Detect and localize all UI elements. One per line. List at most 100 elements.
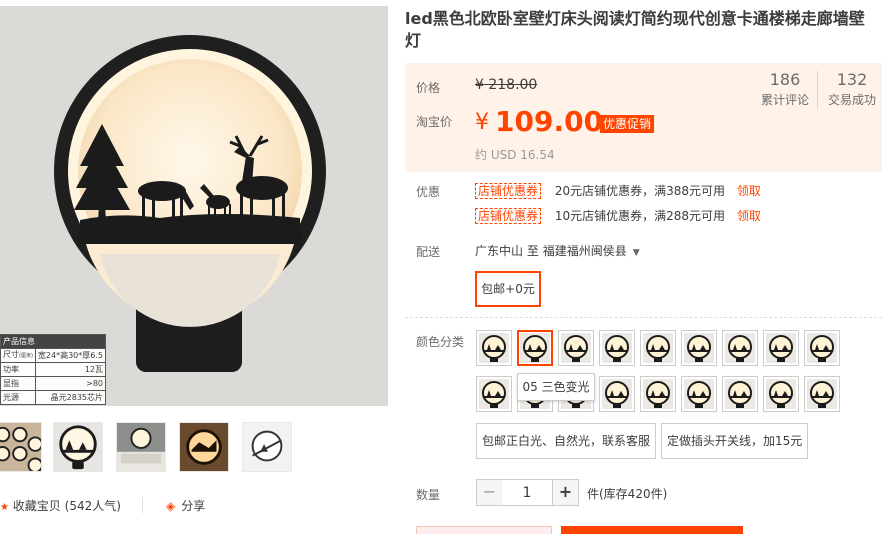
quantity-stock: 件(库存420件): [587, 487, 668, 501]
thumbnail-2[interactable]: [53, 422, 103, 472]
favorite-count: (542人气): [64, 499, 121, 513]
sales-label: 交易成功: [827, 93, 876, 107]
usd-price: 约 USD 16.54: [475, 148, 555, 162]
swatch-thumbnail: [684, 379, 714, 409]
swatch-thumbnail: [561, 333, 591, 363]
coupon-description: 10元店铺优惠券，满288元可用: [554, 209, 726, 223]
spec-table: 产品信息 尺寸(厘米) 宽24*高30*厚6.5 功率 12瓦 显指 >80 光…: [0, 334, 107, 405]
caret-down-icon[interactable]: ▼: [633, 248, 640, 258]
buy-now-button[interactable]: [416, 526, 552, 534]
coupon-claim-link[interactable]: 领取: [737, 184, 761, 198]
spec-key-cri: 显指: [0, 376, 36, 391]
color-swatch[interactable]: [517, 330, 553, 366]
swatch-thumbnail: [479, 379, 509, 409]
review-label: 累计评论: [761, 93, 810, 107]
review-count-stat[interactable]: 186 累计评论: [761, 71, 809, 109]
sales-count: 132: [836, 70, 868, 89]
swatch-thumbnail: [520, 333, 550, 363]
section-divider: [405, 317, 882, 318]
thumbnail-1[interactable]: [0, 422, 42, 472]
spec-value-cri: >80: [34, 376, 107, 391]
coupon-claim-link[interactable]: 领取: [737, 209, 761, 223]
thumbnail-4[interactable]: [179, 422, 229, 472]
thumbnail-image: [0, 423, 41, 471]
product-title: led黑色北欧卧室壁灯床头阅读灯简约现代创意卡通楼梯走廊墙壁灯: [405, 9, 865, 50]
spec-value-source: 晶元2835芯片: [34, 390, 107, 405]
color-swatch[interactable]: [722, 376, 758, 412]
current-price: 109.00: [495, 105, 604, 138]
color-swatch[interactable]: [558, 330, 594, 366]
thumbnail-image: [180, 423, 228, 471]
original-price: ¥ 218.00: [475, 77, 538, 93]
favorite-button[interactable]: ★ 收藏宝贝 (542人气): [0, 497, 121, 514]
swatch-thumbnail: [684, 333, 714, 363]
color-swatch[interactable]: [640, 330, 676, 366]
option-button-1[interactable]: 包邮正白光、自然光，联系客服: [476, 423, 657, 459]
original-price-label: 价格: [416, 81, 441, 95]
color-swatch[interactable]: [804, 376, 840, 412]
promo-tag: 优惠促销: [600, 115, 655, 133]
swatch-thumbnail: [807, 379, 837, 409]
review-count: 186: [769, 70, 801, 89]
color-swatch[interactable]: [763, 330, 799, 366]
spec-key-source: 光源: [0, 390, 36, 405]
ship-destination-selector[interactable]: 福建福州闽侯县: [543, 244, 627, 258]
shipping-route: 广东中山 至 福建福州闽侯县 ▼: [475, 242, 640, 259]
divider: [817, 71, 818, 109]
quantity-decrease-button[interactable]: −: [476, 479, 503, 506]
thumbnail-image: [54, 423, 102, 471]
coupon-row-1: 店铺优惠券 20元店铺优惠券，满388元可用 领取: [475, 182, 761, 199]
discount-label: 优惠: [416, 185, 441, 199]
swatch-thumbnail: [479, 333, 509, 363]
divider: [142, 497, 143, 513]
ship-origin: 广东中山: [475, 244, 524, 258]
swatch-thumbnail: [725, 333, 755, 363]
spec-key-size: 尺寸(厘米): [0, 348, 36, 363]
coupon-tag: 店铺优惠券: [475, 208, 542, 224]
spec-value-power: 12瓦: [34, 362, 107, 377]
swatch-thumbnail: [725, 379, 755, 409]
currency-symbol: ¥: [475, 110, 489, 135]
add-to-cart-button[interactable]: [561, 526, 743, 534]
color-swatch[interactable]: [681, 330, 717, 366]
quantity-label: 数量: [416, 488, 441, 502]
color-swatch[interactable]: [640, 376, 676, 412]
share-label: 分享: [181, 499, 206, 513]
share-icon: ◈: [166, 499, 176, 513]
color-swatch[interactable]: [599, 330, 635, 366]
thumbnail-image: [243, 423, 291, 471]
color-swatch[interactable]: [804, 330, 840, 366]
quantity-increase-button[interactable]: +: [552, 479, 579, 506]
option-button-2[interactable]: 定做插头开关线，加15元: [661, 423, 809, 459]
swatch-thumbnail: [807, 333, 837, 363]
spec-table-header: 产品信息: [0, 334, 106, 349]
color-label: 颜色分类: [416, 335, 465, 349]
swatch-thumbnail: [766, 333, 796, 363]
thumbnail-image: [117, 423, 165, 471]
color-swatch[interactable]: [681, 376, 717, 412]
favorite-label: 收藏宝贝: [12, 499, 61, 513]
thumbnail-3[interactable]: [116, 422, 166, 472]
color-swatch[interactable]: [476, 330, 512, 366]
swatch-thumbnail: [643, 333, 673, 363]
color-swatch[interactable]: [763, 376, 799, 412]
color-swatch[interactable]: [722, 330, 758, 366]
share-button[interactable]: ◈ 分享: [166, 497, 205, 514]
color-swatch[interactable]: [599, 376, 635, 412]
main-product-image[interactable]: 产品信息 尺寸(厘米) 宽24*高30*厚6.5 功率 12瓦 显指 >80 光…: [0, 6, 388, 406]
swatch-thumbnail: [602, 333, 632, 363]
coupon-tag: 店铺优惠券: [475, 183, 542, 199]
spec-value-size: 宽24*高30*厚6.5: [34, 348, 107, 363]
spec-key-power: 功率: [0, 362, 36, 377]
shipping-fee-option[interactable]: 包邮+0元: [475, 271, 541, 307]
coupon-description: 20元店铺优惠券，满388元可用: [554, 184, 726, 198]
taobao-price-label: 淘宝价: [416, 115, 453, 129]
quantity-input[interactable]: [502, 479, 552, 506]
ship-to-word: 至: [526, 244, 539, 258]
shipping-label: 配送: [416, 245, 441, 259]
sales-count-stat[interactable]: 132 交易成功: [825, 71, 879, 109]
thumbnail-5[interactable]: [242, 422, 292, 472]
swatch-thumbnail: [602, 379, 632, 409]
color-swatch[interactable]: [476, 376, 512, 412]
swatch-tooltip: 05 三色变光: [517, 373, 595, 401]
